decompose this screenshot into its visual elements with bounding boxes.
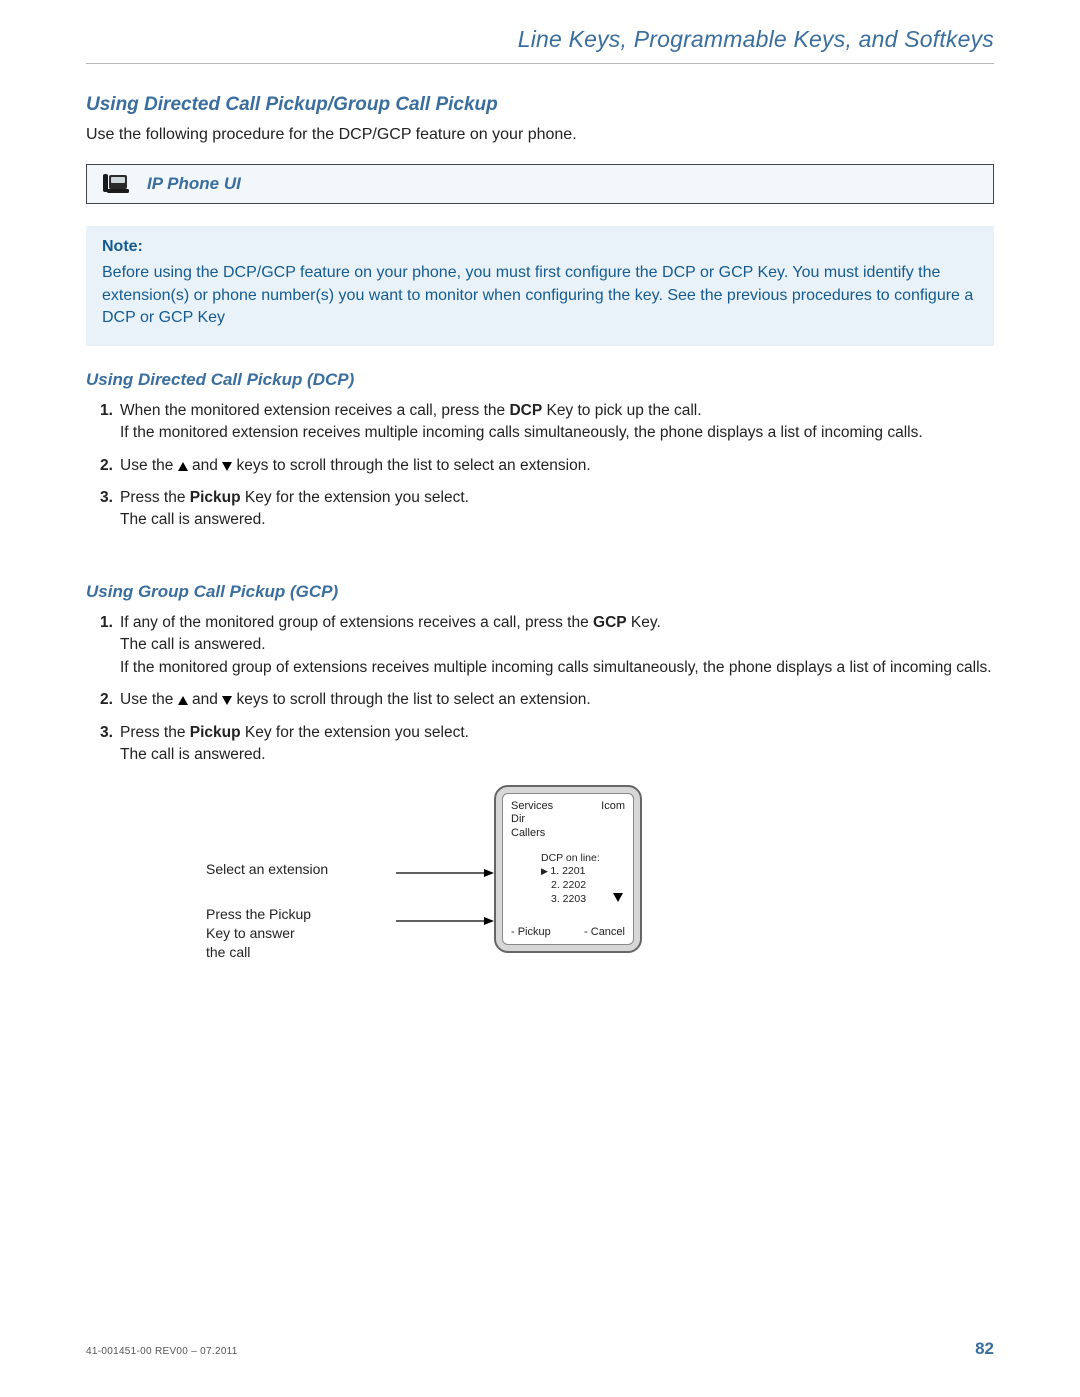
phone-screen-figure: Select an extension Press the Pickup Key… bbox=[86, 785, 994, 962]
phone-device-illustration: Services Dir Callers Icom DCP on line: 1… bbox=[494, 785, 642, 953]
section-heading: Using Directed Call Pickup/Group Call Pi… bbox=[86, 94, 994, 116]
gcp-heading: Using Group Call Pickup (GCP) bbox=[86, 582, 994, 602]
header-divider bbox=[86, 63, 994, 64]
dcp-heading: Using Directed Call Pickup (DCP) bbox=[86, 370, 994, 390]
arrow-icon bbox=[396, 915, 494, 927]
note-heading: Note: bbox=[102, 238, 978, 256]
gcp-step-3: Press the Pickup Key for the extension y… bbox=[100, 722, 994, 767]
ip-phone-ui-label: IP Phone UI bbox=[147, 174, 241, 194]
screen-pickup-label: - Pickup bbox=[511, 926, 551, 938]
screen-left-labels: Services Dir Callers bbox=[511, 800, 553, 841]
screen-cancel-label: - Cancel bbox=[584, 926, 625, 938]
page-header-title: Line Keys, Programmable Keys, and Softke… bbox=[86, 26, 994, 53]
note-body: Before using the DCP/GCP feature on your… bbox=[102, 262, 978, 329]
gcp-step-1: If any of the monitored group of extensi… bbox=[100, 612, 994, 679]
gcp-step-2: Use the and keys to scroll through the l… bbox=[100, 689, 994, 711]
dcp-step-3: Press the Pickup Key for the extension y… bbox=[100, 487, 994, 532]
footer-doc-id: 41-001451-00 REV00 – 07.2011 bbox=[86, 1346, 238, 1357]
down-arrow-icon bbox=[222, 462, 232, 471]
ip-phone-ui-callout: IP Phone UI bbox=[86, 164, 994, 204]
note-box: Note: Before using the DCP/GCP feature o… bbox=[86, 226, 994, 345]
up-arrow-icon bbox=[178, 696, 188, 705]
desk-phone-icon bbox=[101, 173, 131, 195]
arrow-icon bbox=[396, 867, 494, 879]
dcp-step-1: When the monitored extension receives a … bbox=[100, 400, 994, 445]
dcp-step-2: Use the and keys to scroll through the l… bbox=[100, 455, 994, 477]
screen-down-arrow-icon bbox=[613, 892, 623, 904]
gcp-steps: If any of the monitored group of extensi… bbox=[86, 612, 994, 767]
figure-label-select-extension: Select an extension bbox=[206, 861, 396, 877]
figure-label-press-pickup: Press the Pickup Key to answer the call bbox=[206, 905, 396, 962]
page-footer: 41-001451-00 REV00 – 07.2011 82 bbox=[86, 1339, 994, 1359]
screen-extension-list: DCP on line: 1. 2201 2. 2202 3. 2203 bbox=[541, 852, 600, 907]
up-arrow-icon bbox=[178, 462, 188, 471]
section-lead: Use the following procedure for the DCP/… bbox=[86, 124, 994, 146]
screen-right-top-label: Icom bbox=[601, 800, 625, 812]
dcp-steps: When the monitored extension receives a … bbox=[86, 400, 994, 532]
down-arrow-icon bbox=[222, 696, 232, 705]
footer-page-number: 82 bbox=[975, 1339, 994, 1359]
screen-extension-selected: 1. 2201 bbox=[541, 865, 600, 879]
